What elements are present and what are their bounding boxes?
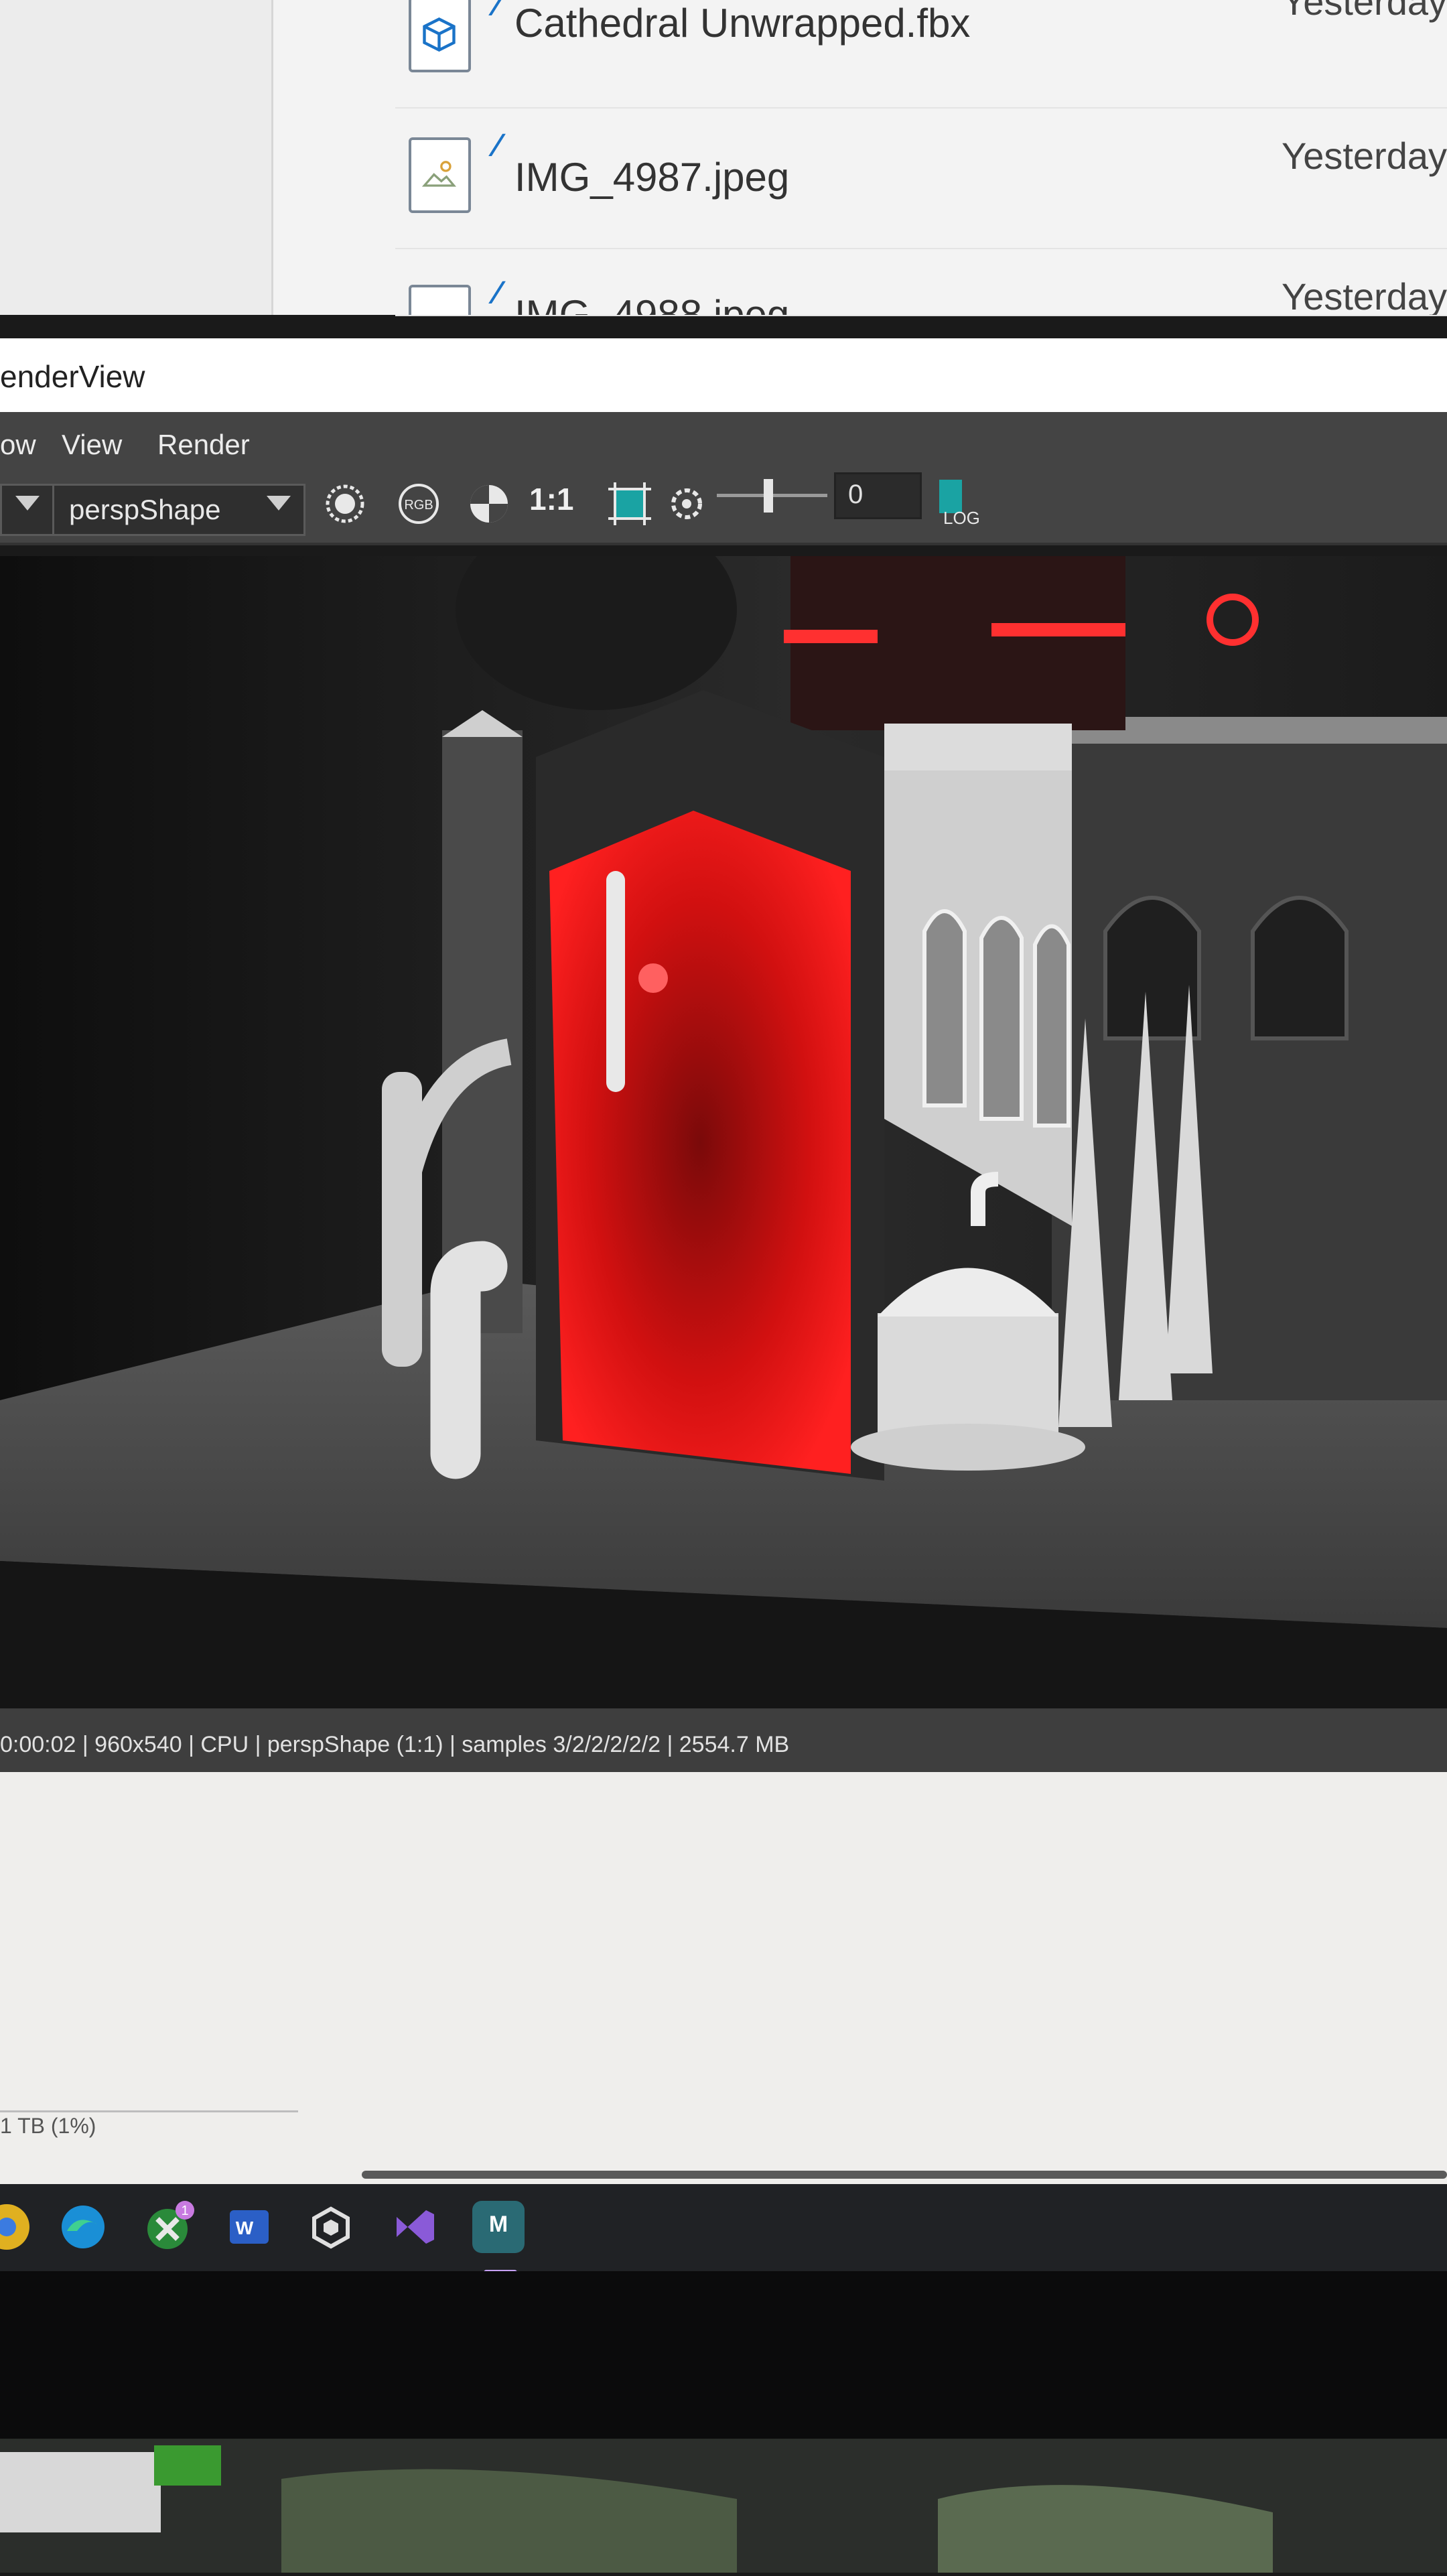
storage-usage: 1 TB (1%) <box>0 2114 96 2138</box>
log-label: LOG <box>943 508 980 528</box>
rgb-label: RGB <box>404 498 433 513</box>
xbox-icon[interactable]: 1 <box>141 2201 194 2253</box>
menu-render[interactable]: Render <box>157 429 250 461</box>
sync-status-icon: ⁄ <box>494 0 500 23</box>
file-name: Cathedral Unwrapped.fbx <box>514 1 971 46</box>
word-icon[interactable]: W <box>223 2201 275 2253</box>
edge-icon[interactable] <box>57 2201 109 2253</box>
file-name: IMG_4988.jpeg <box>514 292 790 316</box>
camera-select[interactable]: perspShape <box>0 484 305 536</box>
taskbar <box>0 2184 1447 2271</box>
exposure-value: 0 <box>848 480 864 509</box>
options-dropdown[interactable] <box>2 486 54 534</box>
file-row[interactable]: ⁄ IMG_4987.jpeg Yesterday <box>395 121 1447 249</box>
file-date: Yesterday <box>1282 135 1447 177</box>
file-date: Yesterday <box>1282 0 1447 23</box>
svg-text:M: M <box>489 2212 508 2237</box>
xbox-badge: 1 <box>181 2204 188 2218</box>
menu-view[interactable]: View <box>62 429 122 461</box>
rgb-channel-button[interactable]: RGB <box>392 477 445 531</box>
visual-studio-icon[interactable] <box>389 2201 441 2253</box>
unity-icon[interactable] <box>305 2201 357 2253</box>
render-viewport[interactable] <box>0 556 1447 1708</box>
menu-window[interactable]: ow <box>0 429 36 461</box>
svg-text:W: W <box>236 2218 254 2238</box>
desk-surface <box>0 2439 1447 2573</box>
storage-divider <box>0 2110 298 2112</box>
file-row[interactable]: ⁄ IMG_4988.jpeg Yesterday <box>395 268 1447 316</box>
explorer-nav-pane <box>0 0 273 315</box>
window-title: enderView <box>0 359 145 394</box>
file-name: IMG_4987.jpeg <box>514 155 790 200</box>
file-date: Yesterday <box>1282 275 1447 316</box>
image-file-icon <box>409 137 471 213</box>
maya-icon[interactable]: M <box>472 2201 525 2253</box>
camera-name: perspShape <box>69 494 221 525</box>
alpha-channel-icon[interactable] <box>462 477 516 531</box>
ratio-button[interactable]: 1:1 <box>529 481 573 535</box>
exposure-icon[interactable] <box>667 477 713 531</box>
image-file-icon <box>409 285 471 315</box>
3d-cube-icon <box>409 0 471 72</box>
sync-status-icon: ⁄ <box>494 128 500 163</box>
rendered-image <box>0 556 1447 1708</box>
exposure-field[interactable]: 0 <box>834 472 922 519</box>
exposure-slider-handle[interactable] <box>764 479 773 513</box>
file-row[interactable]: ⁄ Cathedral Unwrapped.fbx Yesterday <box>395 0 1447 109</box>
log-file-icon[interactable]: LOG <box>938 477 991 531</box>
red-portal <box>549 811 851 1474</box>
render-status-text: 0:00:02 | 960x540 | CPU | perspShape (1:… <box>0 1732 790 1757</box>
horizontal-scrollbar[interactable] <box>362 2171 1447 2179</box>
chrome-icon[interactable] <box>0 2201 52 2253</box>
sync-status-icon: ⁄ <box>494 275 500 311</box>
region-icon[interactable] <box>603 477 657 531</box>
snapshot-icon[interactable] <box>318 477 372 531</box>
chevron-down-icon <box>267 496 291 511</box>
render-view-titlebar <box>0 338 1447 412</box>
